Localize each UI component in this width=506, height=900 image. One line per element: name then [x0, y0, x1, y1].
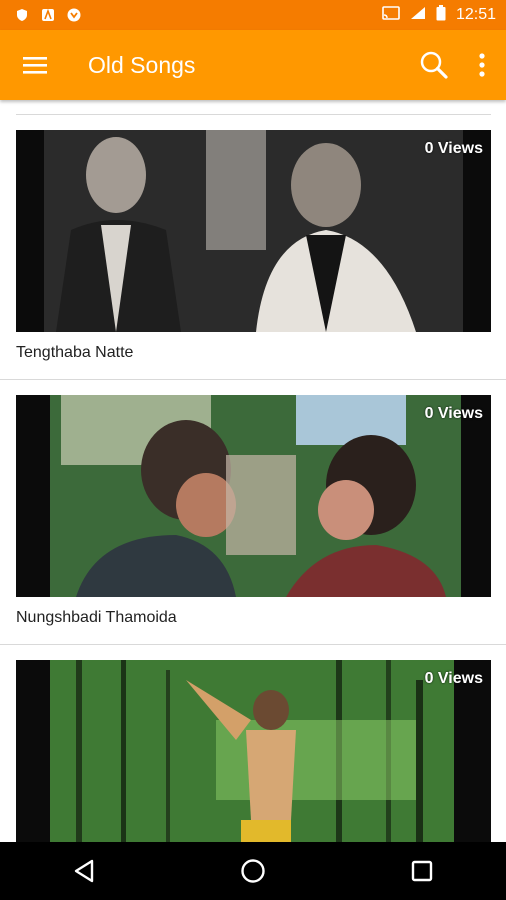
recents-icon[interactable]: [392, 842, 452, 900]
shield-notification-icon: [14, 7, 30, 23]
back-icon[interactable]: [54, 842, 114, 900]
signal-icon: [410, 6, 426, 25]
hamburger-menu-icon[interactable]: [22, 52, 48, 78]
status-time: 12:51: [455, 6, 496, 23]
video-card[interactable]: 0 Views Tengthaba Natte: [0, 130, 506, 366]
app-notification-icon: [40, 7, 56, 23]
home-icon[interactable]: [223, 842, 283, 900]
video-thumbnail[interactable]: 0 Views: [16, 130, 491, 332]
video-card[interactable]: 0 Views: [0, 660, 506, 842]
video-title[interactable]: Nungshbadi Thamoida: [0, 597, 506, 631]
status-bar: 12:51: [0, 0, 506, 30]
video-feed[interactable]: 0 Views Tengthaba Natte 0 Views Nungshba…: [0, 100, 506, 842]
download-notification-icon: [66, 7, 82, 23]
more-vert-icon[interactable]: [458, 41, 506, 89]
view-count: 0 Views: [424, 670, 483, 687]
app-title: Old Songs: [88, 51, 196, 78]
video-thumbnail[interactable]: 0 Views: [16, 395, 491, 597]
navigation-bar: [0, 842, 506, 900]
battery-icon: [436, 4, 446, 26]
video-title[interactable]: Tengthaba Natte: [0, 332, 506, 366]
view-count: 0 Views: [424, 140, 483, 157]
notification-icons: [14, 7, 82, 23]
view-count: 0 Views: [424, 405, 483, 422]
video-card[interactable]: 0 Views Nungshbadi Thamoida: [0, 395, 506, 631]
search-icon[interactable]: [410, 41, 458, 89]
video-thumbnail[interactable]: 0 Views: [16, 660, 491, 842]
cast-icon: [382, 5, 400, 25]
app-bar: Old Songs: [0, 30, 506, 100]
